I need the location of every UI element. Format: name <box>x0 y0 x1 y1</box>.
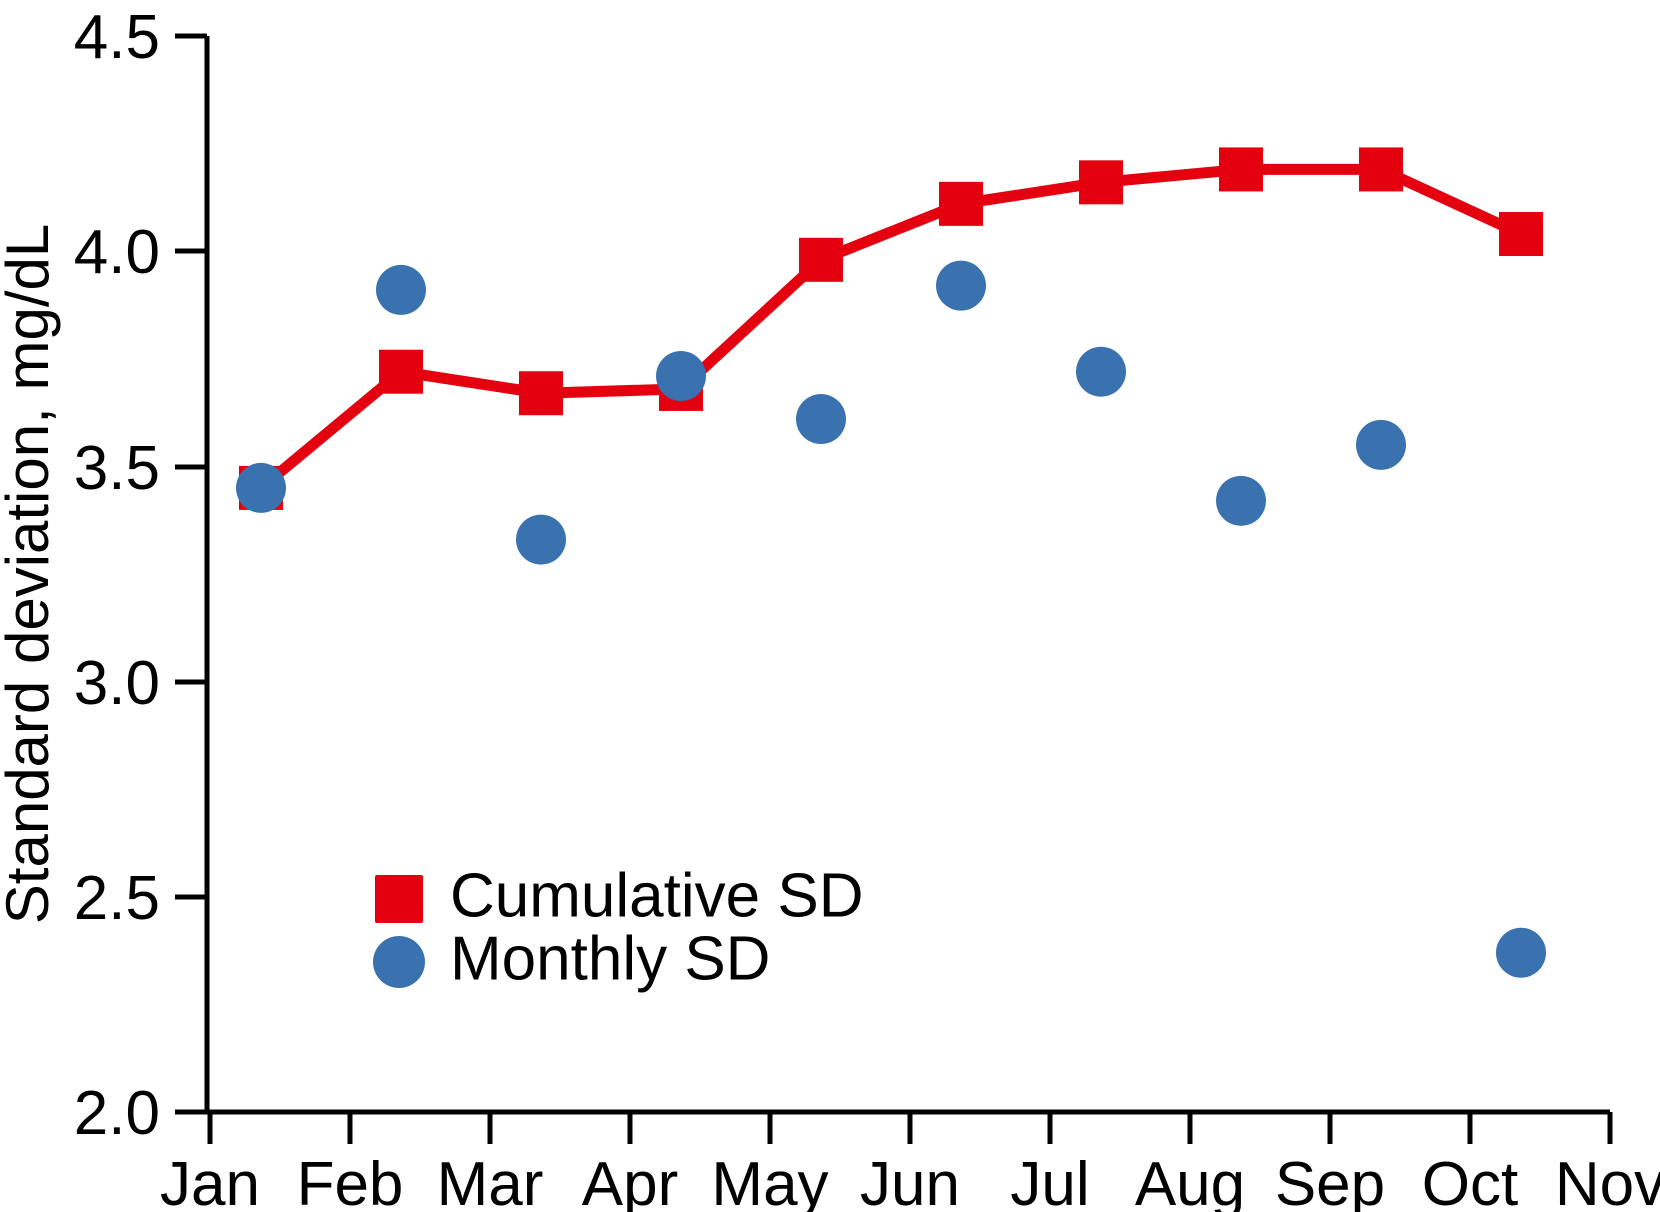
y-tick-label-3.5: 3.5 <box>74 434 160 503</box>
x-tick-label-may: May <box>711 1150 828 1212</box>
data-point-cumulative-sd-feb <box>379 349 423 394</box>
data-point-cumulative-sd-mar <box>519 371 563 416</box>
x-tick-label-aug: Aug <box>1135 1150 1245 1212</box>
x-tick-label-jan: Jan <box>160 1150 260 1212</box>
data-marker-layer <box>236 147 1546 978</box>
x-tick-label-jun: Jun <box>860 1150 960 1212</box>
x-tick-group <box>207 1112 1613 1144</box>
chart-legend: Cumulative SD Monthly SD <box>373 861 863 993</box>
x-tick-label-jul: Jul <box>1010 1150 1089 1212</box>
y-tick-label-2.0: 2.0 <box>74 1079 160 1148</box>
y-tick-label-3.0: 3.0 <box>74 649 160 718</box>
y-tick-label-4.0: 4.0 <box>74 218 160 287</box>
x-tick-label-sep: Sep <box>1275 1150 1385 1212</box>
legend-square-marker-icon <box>375 875 423 923</box>
data-point-monthly-sd-aug <box>1216 475 1266 526</box>
data-point-monthly-sd-may <box>796 394 846 445</box>
data-point-cumulative-sd-aug <box>1219 147 1263 192</box>
x-tick-label-nov: Nov <box>1555 1150 1660 1212</box>
y-tick-label-4.5: 4.5 <box>74 3 160 72</box>
legend-item-cumulative-sd[interactable]: Cumulative SD <box>375 861 863 930</box>
data-point-monthly-sd-jun <box>936 260 986 311</box>
x-tick-label-mar: Mar <box>437 1150 544 1212</box>
series-line-cumulative-sd <box>255 163 1527 494</box>
data-point-cumulative-sd-jul <box>1079 160 1123 205</box>
legend-circle-marker-icon <box>373 936 425 988</box>
data-point-monthly-sd-jan <box>236 462 286 513</box>
cumulative-sd-line-layer <box>255 163 1527 494</box>
x-tick-label-apr: Apr <box>582 1150 678 1212</box>
data-point-cumulative-sd-oct <box>1499 211 1543 256</box>
data-point-monthly-sd-oct <box>1496 927 1546 978</box>
standard-deviation-line-chart: 4.5 4.0 3.5 3.0 2.5 2.0 Jan Feb Mar Apr <box>0 3 1660 1212</box>
x-tick-label-feb: Feb <box>297 1150 404 1212</box>
data-point-monthly-sd-jul <box>1076 346 1126 397</box>
data-point-monthly-sd-apr <box>656 351 706 402</box>
x-tick-label-group: Jan Feb Mar Apr May Jun Jul Aug Sep Oct … <box>160 1150 1660 1212</box>
y-tick-label-2.5: 2.5 <box>74 864 160 933</box>
x-tick-label-oct: Oct <box>1422 1150 1518 1212</box>
legend-label-cumulative-sd: Cumulative SD <box>450 861 863 930</box>
legend-item-monthly-sd[interactable]: Monthly SD <box>373 924 770 993</box>
data-point-cumulative-sd-jun <box>939 181 983 226</box>
data-point-monthly-sd-sep <box>1356 419 1406 470</box>
legend-label-monthly-sd: Monthly SD <box>450 924 770 993</box>
y-tick-group <box>175 33 207 1115</box>
data-point-monthly-sd-feb <box>376 264 426 315</box>
chart-figure: 4.5 4.0 3.5 3.0 2.5 2.0 Jan Feb Mar Apr <box>0 0 1660 1212</box>
y-axis-title: Standard deviation, mg/dL <box>0 224 61 924</box>
data-point-monthly-sd-mar <box>516 514 566 565</box>
y-tick-label-group: 4.5 4.0 3.5 3.0 2.5 2.0 <box>74 3 160 1148</box>
data-point-cumulative-sd-sep <box>1359 147 1403 192</box>
data-point-cumulative-sd-may <box>799 237 843 282</box>
